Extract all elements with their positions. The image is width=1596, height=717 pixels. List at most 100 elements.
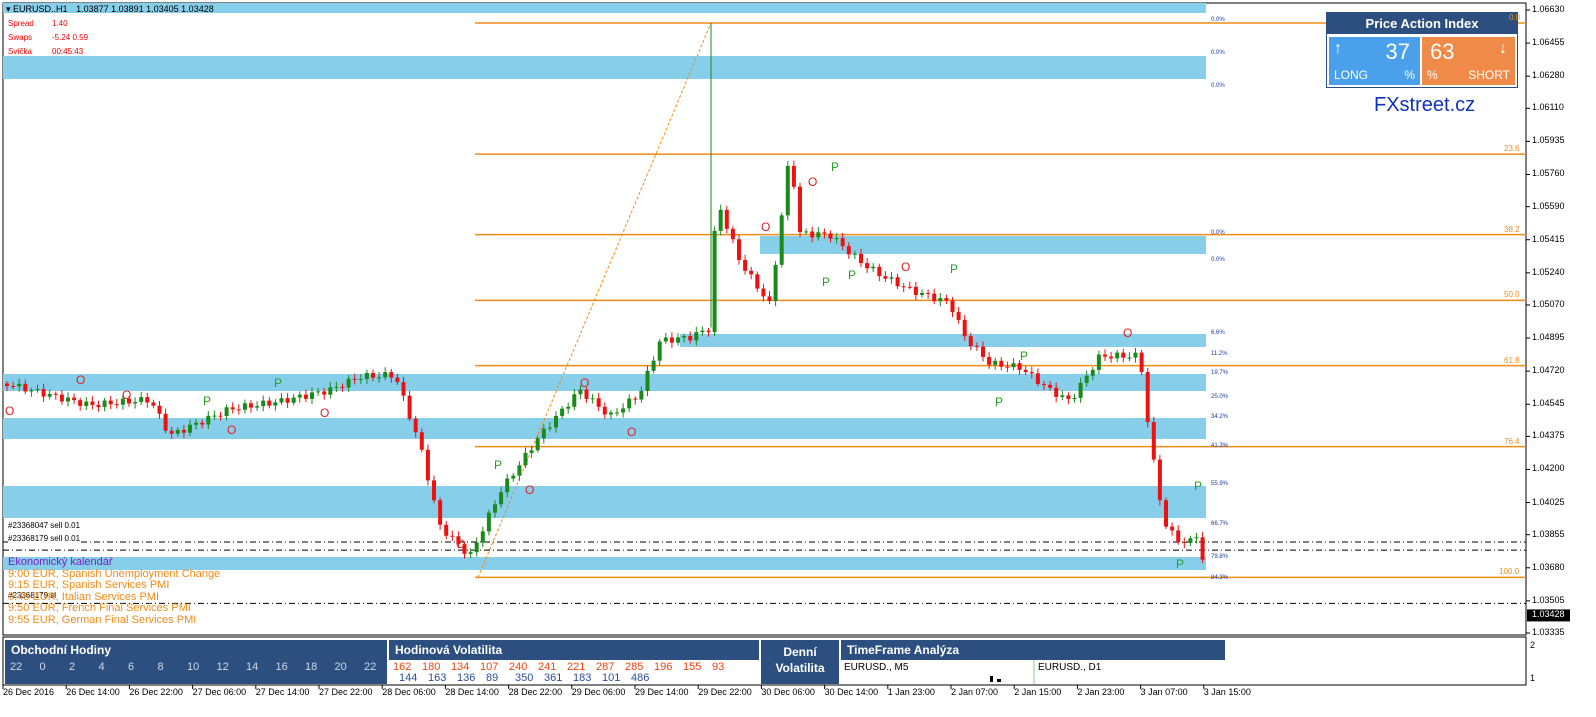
bearish-candle[interactable] (859, 253, 863, 264)
bullish-candle[interactable] (547, 427, 552, 429)
bullish-candle[interactable] (523, 452, 528, 466)
signal-marker-p[interactable]: P (1194, 479, 1202, 493)
bearish-candle[interactable] (1048, 384, 1053, 388)
bullish-candle[interactable] (590, 398, 595, 400)
bullish-candle[interactable] (651, 360, 656, 371)
bearish-candle[interactable] (163, 413, 168, 431)
bearish-candle[interactable] (968, 336, 973, 347)
bearish-candle[interactable] (584, 389, 589, 399)
bearish-candle[interactable] (41, 389, 46, 397)
bearish-candle[interactable] (1139, 352, 1144, 373)
bullish-candle[interactable] (334, 386, 339, 388)
bearish-candle[interactable] (78, 400, 83, 406)
bullish-candle[interactable] (66, 397, 70, 402)
bearish-candle[interactable] (145, 397, 150, 403)
bullish-candle[interactable] (480, 531, 485, 543)
bearish-candle[interactable] (157, 405, 162, 414)
signal-marker-o[interactable]: O (5, 404, 14, 418)
bearish-candle[interactable] (761, 288, 766, 297)
bullish-candle[interactable] (383, 372, 388, 378)
bullish-candle[interactable] (377, 377, 382, 379)
bearish-candle[interactable] (1035, 373, 1040, 384)
bearish-candle[interactable] (1005, 366, 1010, 368)
bullish-candle[interactable] (175, 429, 180, 434)
signal-marker-p[interactable]: P (274, 376, 282, 390)
bullish-candle[interactable] (785, 165, 790, 216)
bearish-candle[interactable] (407, 395, 412, 419)
bullish-candle[interactable] (627, 398, 632, 409)
bullish-candle[interactable] (273, 402, 278, 406)
bullish-candle[interactable] (560, 408, 565, 416)
bullish-candle[interactable] (486, 512, 491, 532)
bearish-candle[interactable] (669, 337, 674, 343)
bearish-candle[interactable] (285, 398, 290, 403)
signal-marker-o[interactable]: O (227, 423, 236, 437)
bullish-candle[interactable] (529, 450, 534, 453)
bearish-candle[interactable] (450, 535, 455, 537)
bearish-candle[interactable] (810, 231, 815, 238)
bearish-candle[interactable] (901, 286, 906, 288)
bearish-candle[interactable] (169, 430, 174, 434)
bullish-candle[interactable] (1078, 382, 1083, 398)
bullish-candle[interactable] (621, 408, 626, 413)
signal-marker-o[interactable]: O (808, 175, 817, 189)
bearish-candle[interactable] (1121, 352, 1126, 358)
bearish-candle[interactable] (846, 246, 851, 255)
bearish-candle[interactable] (72, 397, 77, 401)
bearish-candle[interactable] (749, 270, 754, 275)
bullish-candle[interactable] (328, 387, 333, 395)
bullish-candle[interactable] (663, 337, 668, 342)
bullish-candle[interactable] (139, 397, 144, 403)
bullish-candle[interactable] (871, 266, 876, 269)
bearish-candle[interactable] (688, 335, 693, 341)
bearish-candle[interactable] (633, 398, 638, 400)
bearish-candle[interactable] (419, 432, 424, 450)
price-chart[interactable] (0, 0, 1596, 717)
bearish-candle[interactable] (596, 398, 601, 407)
bearish-candle[interactable] (926, 292, 931, 294)
bullish-candle[interactable] (468, 552, 473, 554)
bearish-candle[interactable] (1017, 363, 1022, 370)
bearish-candle[interactable] (59, 394, 64, 402)
bearish-candle[interactable] (1109, 356, 1114, 359)
bearish-candle[interactable] (840, 238, 845, 247)
bullish-candle[interactable] (297, 394, 302, 398)
bullish-candle[interactable] (1188, 538, 1193, 543)
bearish-candle[interactable] (730, 228, 735, 240)
signal-marker-o[interactable]: O (456, 537, 465, 551)
bullish-candle[interactable] (364, 373, 369, 380)
bullish-candle[interactable] (1072, 397, 1077, 400)
bullish-candle[interactable] (541, 428, 546, 439)
bearish-candle[interactable] (822, 232, 827, 234)
bearish-candle[interactable] (23, 383, 28, 392)
bullish-candle[interactable] (615, 412, 619, 414)
bearish-candle[interactable] (1145, 372, 1150, 423)
bearish-candle[interactable] (200, 422, 205, 425)
bearish-candle[interactable] (114, 404, 119, 406)
signal-marker-o[interactable]: O (1123, 326, 1132, 340)
bullish-candle[interactable] (1084, 375, 1089, 383)
bearish-candle[interactable] (352, 378, 357, 380)
bearish-candle[interactable] (791, 165, 796, 187)
bullish-candle[interactable] (657, 341, 662, 361)
bearish-candle[interactable] (932, 293, 937, 302)
bearish-candle[interactable] (981, 346, 985, 357)
bearish-candle[interactable] (602, 406, 607, 415)
bearish-candle[interactable] (53, 393, 58, 395)
bullish-candle[interactable] (346, 378, 351, 388)
bullish-candle[interactable] (566, 406, 571, 409)
bearish-candle[interactable] (5, 383, 9, 387)
bullish-candle[interactable] (773, 264, 778, 302)
bearish-candle[interactable] (1029, 372, 1034, 374)
bullish-candle[interactable] (889, 277, 894, 279)
fxstreet-logo[interactable]: FXstreet.cz (1374, 94, 1475, 117)
bullish-candle[interactable] (804, 231, 809, 233)
signal-marker-o[interactable]: O (76, 373, 85, 387)
bearish-candle[interactable] (1164, 500, 1168, 527)
bullish-candle[interactable] (279, 398, 284, 403)
bullish-candle[interactable] (188, 424, 192, 433)
bearish-candle[interactable] (724, 209, 729, 229)
bullish-candle[interactable] (505, 478, 510, 493)
bullish-candle[interactable] (712, 230, 717, 332)
bearish-candle[interactable] (249, 403, 253, 408)
